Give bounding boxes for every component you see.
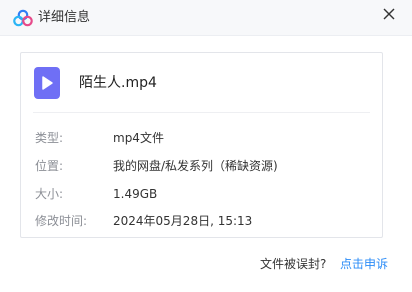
detail-row-location: 位置: 我的网盘/私发系列（稀缺资源) — [21, 157, 382, 175]
detail-label: 位置: — [35, 159, 64, 173]
file-info-card: 陌生人.mp4 类型: mp4文件 位置: 我的网盘/私发系列（稀缺资源) 大小… — [20, 52, 383, 238]
video-file-icon — [34, 67, 60, 99]
detail-row-type: 类型: mp4文件 — [21, 129, 382, 147]
dialog-titlebar: 详细信息 — [0, 0, 412, 36]
detail-label: 类型: — [35, 131, 64, 145]
detail-row-modified: 修改时间: 2024年05月28日, 15:13 — [21, 212, 382, 230]
detail-value: 1.49GB — [113, 187, 158, 201]
cloud-logo-icon — [13, 9, 33, 27]
detail-value: mp4文件 — [113, 131, 164, 145]
detail-label: 大小: — [35, 187, 64, 201]
blocked-question-text: 文件被误封? — [260, 257, 327, 271]
detail-value: 我的网盘/私发系列（稀缺资源) — [113, 159, 278, 173]
detail-label: 修改时间: — [35, 214, 88, 228]
divider — [33, 112, 370, 113]
close-icon[interactable] — [382, 6, 396, 20]
detail-row-size: 大小: 1.49GB — [21, 185, 382, 203]
dialog-title: 详细信息 — [38, 10, 91, 25]
appeal-link[interactable]: 点击申诉 — [340, 256, 388, 272]
file-name: 陌生人.mp4 — [79, 75, 157, 91]
detail-value: 2024年05月28日, 15:13 — [113, 214, 253, 228]
